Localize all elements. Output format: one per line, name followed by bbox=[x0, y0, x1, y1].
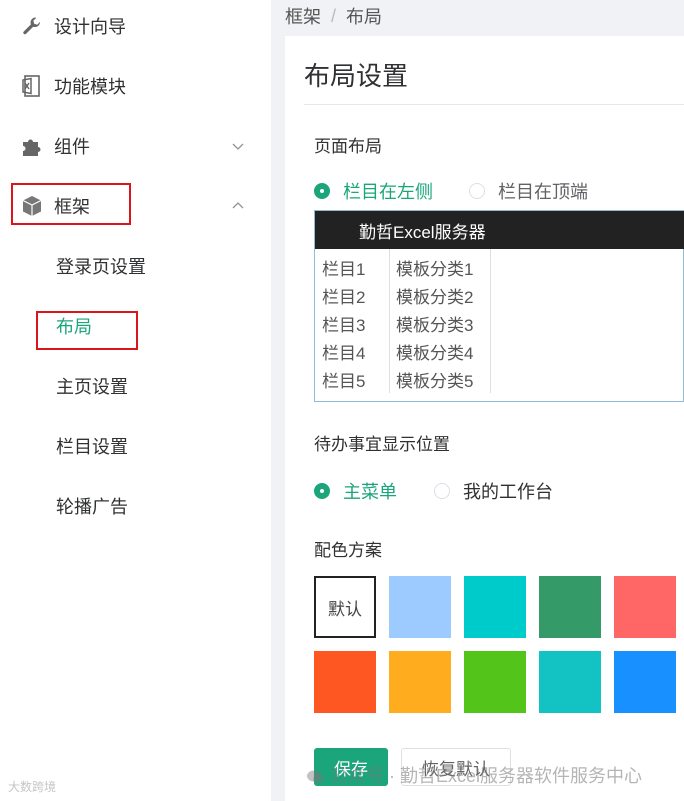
preview-template-item: 模板分类1 bbox=[396, 260, 474, 279]
preview-template-item: 模板分类3 bbox=[396, 316, 474, 335]
radio-label: 栏目在左侧 bbox=[343, 182, 433, 202]
sidebar-item-framework[interactable]: 框架 bbox=[0, 176, 271, 236]
sidebar-subitem-label: 轮播广告 bbox=[56, 497, 128, 517]
radio-unchecked-icon bbox=[469, 183, 485, 199]
title-divider bbox=[304, 104, 684, 105]
sidebar-item-components[interactable]: 组件 bbox=[0, 116, 271, 176]
preview-template-item: 模板分类2 bbox=[396, 288, 474, 307]
preview-header: 勤哲Excel服务器 bbox=[315, 211, 684, 249]
sidebar-subitem-carousel-ads[interactable]: 轮播广告 bbox=[0, 476, 271, 536]
sidebar-subitem-label: 布局 bbox=[56, 317, 92, 337]
radio-label: 我的工作台 bbox=[463, 482, 553, 502]
color-swatch[interactable] bbox=[614, 651, 676, 713]
watermark-text: 公众号 · 勤哲Excel服务器软件服务中心 bbox=[306, 762, 642, 788]
radio-unchecked-icon bbox=[434, 483, 450, 499]
chevron-down-icon bbox=[230, 138, 246, 154]
sidebar-item-design-wizard[interactable]: 设计向导 bbox=[0, 0, 271, 56]
wechat-icon bbox=[306, 769, 326, 785]
color-swatch-default[interactable]: 默认 bbox=[314, 576, 376, 638]
excel-file-icon bbox=[20, 74, 44, 98]
color-swatch[interactable] bbox=[389, 576, 451, 638]
preview-column-item: 栏目1 bbox=[322, 260, 366, 279]
preview-header-title: 勤哲Excel服务器 bbox=[359, 222, 486, 242]
sidebar-subitem-column-settings[interactable]: 栏目设置 bbox=[0, 416, 271, 476]
radio-column-left[interactable]: 栏目在左侧 bbox=[314, 178, 433, 204]
color-swatch[interactable] bbox=[539, 651, 601, 713]
radio-label: 主菜单 bbox=[343, 482, 397, 502]
watermark-label: 公众号 · 勤哲Excel服务器软件服务中心 bbox=[330, 766, 643, 786]
breadcrumb: 框架 / 布局 bbox=[285, 4, 382, 28]
color-swatch[interactable] bbox=[464, 651, 526, 713]
puzzle-icon bbox=[20, 134, 44, 158]
sidebar-subitem-layout[interactable]: 布局 bbox=[0, 296, 271, 356]
radio-my-workbench[interactable]: 我的工作台 bbox=[434, 478, 553, 504]
sidebar-subitem-label: 栏目设置 bbox=[56, 437, 128, 457]
color-swatch[interactable] bbox=[614, 576, 676, 638]
wrench-icon bbox=[20, 14, 44, 38]
corner-watermark: 大数跨境 bbox=[8, 780, 57, 794]
page-layout-label: 页面布局 bbox=[314, 137, 382, 156]
radio-checked-icon bbox=[314, 483, 330, 499]
color-swatch[interactable] bbox=[539, 576, 601, 638]
preview-template-item: 模板分类4 bbox=[396, 344, 474, 363]
sidebar-subitem-home-settings[interactable]: 主页设置 bbox=[0, 356, 271, 416]
sidebar-subitem-login-settings[interactable]: 登录页设置 bbox=[0, 236, 271, 296]
preview-template-item: 模板分类5 bbox=[396, 372, 474, 391]
sidebar-subitem-label: 登录页设置 bbox=[56, 257, 146, 277]
sidebar-item-label: 组件 bbox=[54, 137, 90, 157]
breadcrumb-parent[interactable]: 框架 bbox=[285, 3, 321, 29]
radio-checked-icon bbox=[314, 183, 330, 199]
cube-icon bbox=[20, 194, 44, 218]
breadcrumb-current: 布局 bbox=[346, 7, 383, 27]
layout-preview: 勤哲Excel服务器 栏目1 栏目2 栏目3 栏目4 栏目5 模板分类1 模板分… bbox=[314, 210, 684, 402]
preview-column-item: 栏目5 bbox=[322, 372, 366, 391]
sidebar: 设计向导 功能模块 组件 框架 登录页设置 布局 主页设置 栏目设置 轮播广告 … bbox=[0, 0, 271, 801]
color-swatch[interactable] bbox=[389, 651, 451, 713]
radio-main-menu[interactable]: 主菜单 bbox=[314, 478, 397, 504]
todo-position-label: 待办事宜显示位置 bbox=[314, 435, 450, 454]
sidebar-item-label: 功能模块 bbox=[54, 77, 126, 97]
chevron-up-icon bbox=[230, 198, 246, 214]
sidebar-subitem-label: 主页设置 bbox=[56, 377, 128, 397]
color-swatch[interactable] bbox=[464, 576, 526, 638]
page-title: 布局设置 bbox=[304, 61, 409, 91]
layout-settings-panel: 布局设置 页面布局 栏目在左侧 栏目在顶端 勤哲Excel服务器 栏目1 栏目2… bbox=[285, 36, 684, 801]
radio-label: 栏目在顶端 bbox=[498, 182, 588, 202]
sidebar-item-label: 设计向导 bbox=[54, 17, 126, 37]
color-swatch[interactable] bbox=[314, 651, 376, 713]
preview-column-item: 栏目3 bbox=[322, 316, 366, 335]
preview-column-item: 栏目2 bbox=[322, 288, 366, 307]
radio-column-top[interactable]: 栏目在顶端 bbox=[469, 178, 588, 204]
preview-column-item: 栏目4 bbox=[322, 344, 366, 363]
color-scheme-label: 配色方案 bbox=[314, 541, 382, 560]
breadcrumb-separator: / bbox=[331, 5, 337, 26]
sidebar-item-function-modules[interactable]: 功能模块 bbox=[0, 56, 271, 116]
sidebar-item-label: 框架 bbox=[54, 197, 90, 217]
